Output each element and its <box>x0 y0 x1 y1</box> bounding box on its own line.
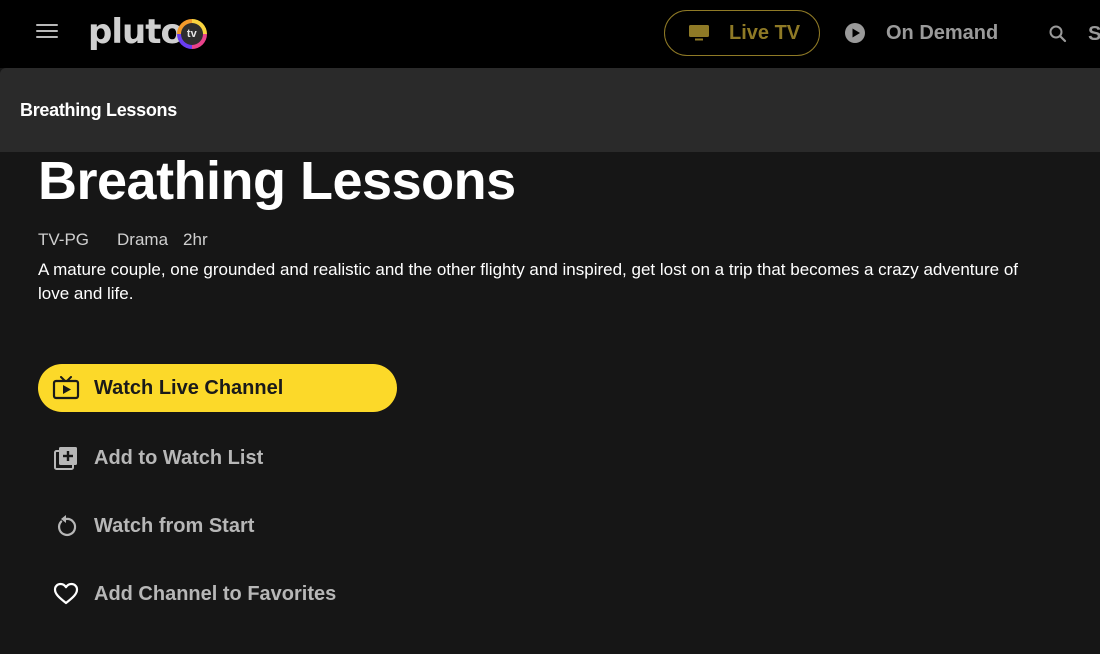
restart-icon <box>52 512 80 540</box>
logo-wordmark: pluto <box>88 12 184 52</box>
program-title: Breathing Lessons <box>38 151 516 211</box>
play-circle-icon <box>845 23 865 43</box>
pluto-tv-logo[interactable]: pluto tv <box>88 10 207 54</box>
description-line-1: A mature couple, one grounded and realis… <box>38 260 1018 279</box>
watch-live-channel-button[interactable]: Watch Live Channel <box>38 364 397 412</box>
hamburger-menu-icon[interactable] <box>36 21 60 41</box>
watch-live-label: Watch Live Channel <box>94 376 284 399</box>
add-to-watch-list-label: Add to Watch List <box>94 446 264 469</box>
program-meta: TV-PG Drama 2hr <box>38 230 236 250</box>
add-to-watch-list-button[interactable]: Add to Watch List <box>52 441 263 475</box>
add-channel-to-favorites-button[interactable]: Add Channel to Favorites <box>52 577 336 611</box>
description-line-2: love and life. <box>38 284 134 303</box>
live-tv-play-icon <box>52 376 80 400</box>
genre-label: Drama <box>117 230 169 249</box>
search-nav-button[interactable]: S <box>1048 14 1100 54</box>
search-label: S <box>1088 22 1100 45</box>
search-icon <box>1049 25 1067 43</box>
details-bar-title: Breathing Lessons <box>20 100 177 120</box>
details-title-bar: Breathing Lessons <box>0 68 1100 152</box>
add-to-list-icon <box>52 444 80 472</box>
tv-icon <box>689 25 709 41</box>
on-demand-nav-button[interactable]: On Demand <box>844 12 998 54</box>
add-to-favorites-label: Add Channel to Favorites <box>94 582 337 605</box>
top-nav-bar: pluto tv Live TV On Demand S <box>0 0 1100 68</box>
duration-label: 2hr <box>183 230 208 249</box>
program-description: A mature couple, one grounded and realis… <box>38 258 1100 306</box>
heart-icon <box>52 580 80 608</box>
rating-label: TV-PG <box>38 230 90 249</box>
on-demand-label: On Demand <box>886 21 999 44</box>
live-tv-nav-button[interactable]: Live TV <box>664 10 820 56</box>
logo-tv-badge: tv <box>176 19 207 49</box>
watch-from-start-button[interactable]: Watch from Start <box>52 509 254 543</box>
watch-from-start-label: Watch from Start <box>94 514 255 537</box>
live-tv-label: Live TV <box>729 21 801 44</box>
